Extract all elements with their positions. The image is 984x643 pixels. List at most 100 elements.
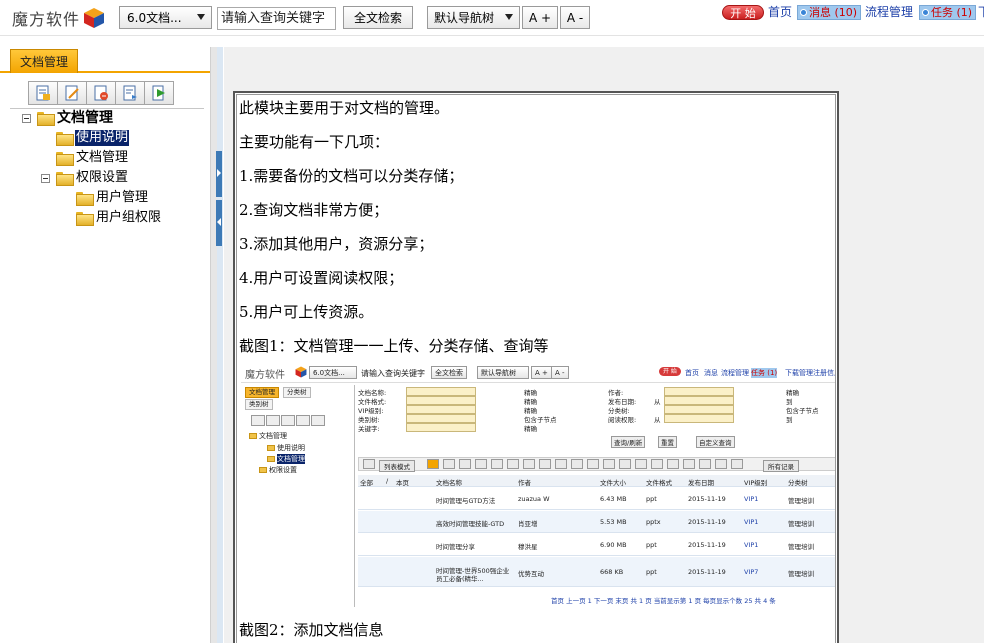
shot-col-header: 作者 [518,479,531,487]
panel-splitter[interactable] [210,47,217,643]
table-row: 时间管理分享 穆洪星 6.90 MB ppt 2015-11-19 VIP1 管… [358,534,835,556]
shot-toolbar [251,415,326,426]
shot-form-option: 精确 [524,407,537,415]
shot-folder-icon [249,433,257,439]
shot-form-input [664,414,734,423]
workflow-link[interactable]: 流程管理 [865,4,913,20]
shot-version-select: 6.0文档... [309,366,357,379]
export-doc-button[interactable] [144,81,174,105]
shot-form-input [406,387,476,396]
shot-aminus: A - [551,366,569,379]
shot-tree-item-label: 权限设置 [269,466,297,474]
shot-tool-icon [281,415,295,426]
start-button[interactable]: 开 始 [722,5,764,20]
shot-grid-icon [459,459,471,469]
shot-cell: 6.43 MB [600,495,627,503]
shot-tool-icon [251,415,265,426]
chevron-down-icon [505,14,513,20]
shot-form-from: 从 [654,398,661,406]
shot-folder-icon [259,467,267,473]
shot-cell: VIP1 [744,541,759,549]
paragraph-5: 3.添加其他用户，资源分享； [239,235,434,253]
shot-cell: 5.53 MB [600,518,627,526]
folder-icon [76,192,94,206]
collapse-icon[interactable] [41,173,50,183]
shot-col-header: / [386,477,389,485]
embedded-screenshot: 魔方软件 6.0文档... 请输入查询关键字 全文检索 默认导航树 A + A … [241,363,835,607]
fulltext-search-button[interactable]: 全文检索 [343,6,413,29]
shot-grid-icon [539,459,551,469]
shot-left-panel: 文档管理 分类树 类别树 文档管理 使用说明 文档管理 权限设置 [241,385,355,607]
shot-cell: ppt [646,568,657,576]
shot-start: 开 始 [659,367,681,376]
move-doc-button[interactable] [115,81,145,105]
shot-cell: 时间管理分享 [436,543,475,551]
shot-cell: 2015-11-19 [688,495,726,503]
shot-col-header: 文件大小 [600,479,626,487]
shot-grid-icon [443,459,455,469]
table-row: 时间管理与GTD方法 zuazua W 6.43 MB ppt 2015-11-… [358,488,835,510]
shot-grid-icon [603,459,615,469]
shot-tree-root-label: 文档管理 [259,432,287,440]
shot-list-mode: 列表模式 [379,460,415,472]
shot-grid-icon [619,459,631,469]
shot-cell: 6.90 MB [600,541,627,549]
tree-node-usage-guide[interactable]: 使用说明 [56,129,130,147]
truncated-link[interactable]: 下 [978,4,984,20]
shot-top-bar: 魔方软件 6.0文档... 请输入查询关键字 全文检索 默认导航树 A + A … [241,363,835,383]
main-content: 此模块主要用于对文档的管理。 主要功能有一下几项： 1.需要备份的文档可以分类存… [224,47,984,643]
tree-node-user-management[interactable]: 用户管理 [76,189,149,207]
tasks-badge[interactable]: 任务 (1) [919,5,977,20]
shot-cell: ppt [646,495,657,503]
add-doc-button[interactable] [28,81,58,105]
tab-document-management[interactable]: 文档管理 [10,49,78,73]
tree-node-root[interactable]: 文档管理 [22,109,114,127]
collapse-panel-handle[interactable] [216,200,222,246]
shot-form-input [406,423,476,432]
shot-grid-icon [571,459,583,469]
font-decrease-button[interactable]: A - [560,6,590,29]
shot-grid-icon [523,459,535,469]
shot-link-register: 注册信息 [813,369,835,377]
edit-doc-button[interactable] [57,81,87,105]
shot-nav-select: 默认导航树 [477,366,529,379]
shot-cell: pptx [646,518,661,526]
tree-node-permissions[interactable]: 权限设置 [41,169,129,187]
export-doc-icon [152,85,165,101]
table-row: 高效时间管理技能-GTD 肖亚增 5.53 MB pptx 2015-11-19… [358,511,835,533]
app-window: 魔方软件 6.0文档... 请输入查询关键字 全文检索 默认导航树 A + A … [0,0,984,643]
delete-doc-button[interactable] [86,81,116,105]
shot-grid-header: 全部 / 本页 文档名称 作者 文件大小 文件格式 发布日期 VIP级别 分类树 [358,475,835,487]
folder-icon [56,132,74,146]
shot-form-label: 关键字: [358,425,380,433]
folder-icon [56,152,74,166]
expand-panel-handle[interactable] [216,151,222,197]
paragraph-2: 主要功能有一下几项： [239,133,390,151]
paragraph-1: 此模块主要用于对文档的管理。 [239,99,450,117]
tree-node-doc-management[interactable]: 文档管理 [56,149,129,167]
shot-cell: 668 KB [600,568,624,576]
font-increase-button[interactable]: A + [522,6,558,29]
shot-grid-icon [715,459,727,469]
home-link[interactable]: 首页 [768,4,792,20]
shot-tab-category: 分类树 [283,387,311,398]
shot-tasks: 任务 (1) [751,368,778,378]
caption-1: 截图1：文档管理一一上传、分类存储、查询等 [239,337,549,355]
shot-cell: 管理培训 [788,570,814,578]
delete-doc-icon [94,85,108,101]
collapse-icon[interactable] [22,113,31,123]
shot-fulltext: 全文检索 [431,366,467,379]
paragraph-4: 2.查询文档非常方便； [239,201,389,219]
shot-cell: 2015-11-19 [688,518,726,526]
nav-tree-select[interactable]: 默认导航树 [427,6,520,29]
shot-grid-icon [651,459,663,469]
shot-grid-icon [475,459,487,469]
shot-tree-item-label: 使用说明 [277,444,305,452]
tree-node-group-permissions[interactable]: 用户组权限 [76,209,162,227]
shot-folder-icon [267,456,275,462]
shot-cell: 管理培训 [788,520,814,528]
version-select[interactable]: 6.0文档... [119,6,212,29]
chevron-left-icon [217,218,221,226]
messages-badge[interactable]: 消息 (10) [797,5,862,20]
search-input[interactable]: 请输入查询关键字 [217,7,336,30]
